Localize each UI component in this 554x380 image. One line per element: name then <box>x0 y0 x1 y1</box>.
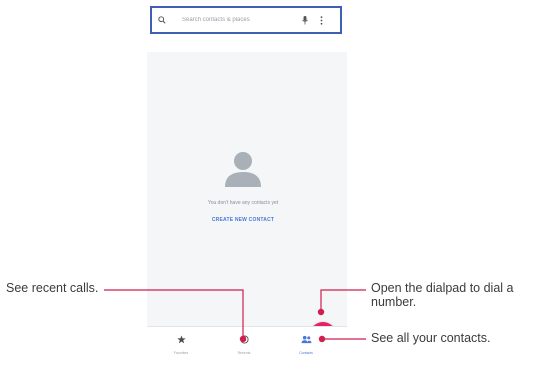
callout-recent-calls: See recent calls. <box>6 281 99 295</box>
more-options-icon[interactable] <box>320 15 323 25</box>
create-new-contact-link[interactable]: CREATE NEW CONTACT <box>147 217 339 223</box>
tab-contacts[interactable]: Contacts <box>286 331 326 355</box>
search-bar[interactable] <box>150 6 342 34</box>
person-placeholder-icon <box>225 152 261 187</box>
callout-contacts: See all your contacts. <box>371 331 491 345</box>
people-icon <box>301 335 311 344</box>
search-icon[interactable] <box>158 16 176 24</box>
tab-label: Contacts <box>299 351 313 355</box>
callout-dialpad-line2: number. <box>371 295 417 309</box>
tab-label: Recents <box>237 351 251 355</box>
clock-icon <box>239 335 249 344</box>
tab-favorites[interactable]: Favorites <box>161 331 201 355</box>
bottom-navigation: Favorites Recents Contacts <box>147 326 347 356</box>
tab-label: Favorites <box>173 351 189 355</box>
search-input[interactable] <box>182 17 292 23</box>
microphone-icon[interactable] <box>302 15 308 25</box>
phone-screen: You don't have any contacts yet CREATE N… <box>147 0 347 356</box>
empty-state-message: You don't have any contacts yet <box>207 200 279 206</box>
star-icon <box>176 335 186 344</box>
callout-dialpad-line1: Open the dialpad to dial a <box>371 281 514 295</box>
search-header <box>147 0 347 52</box>
tab-recents[interactable]: Recents <box>224 331 264 355</box>
